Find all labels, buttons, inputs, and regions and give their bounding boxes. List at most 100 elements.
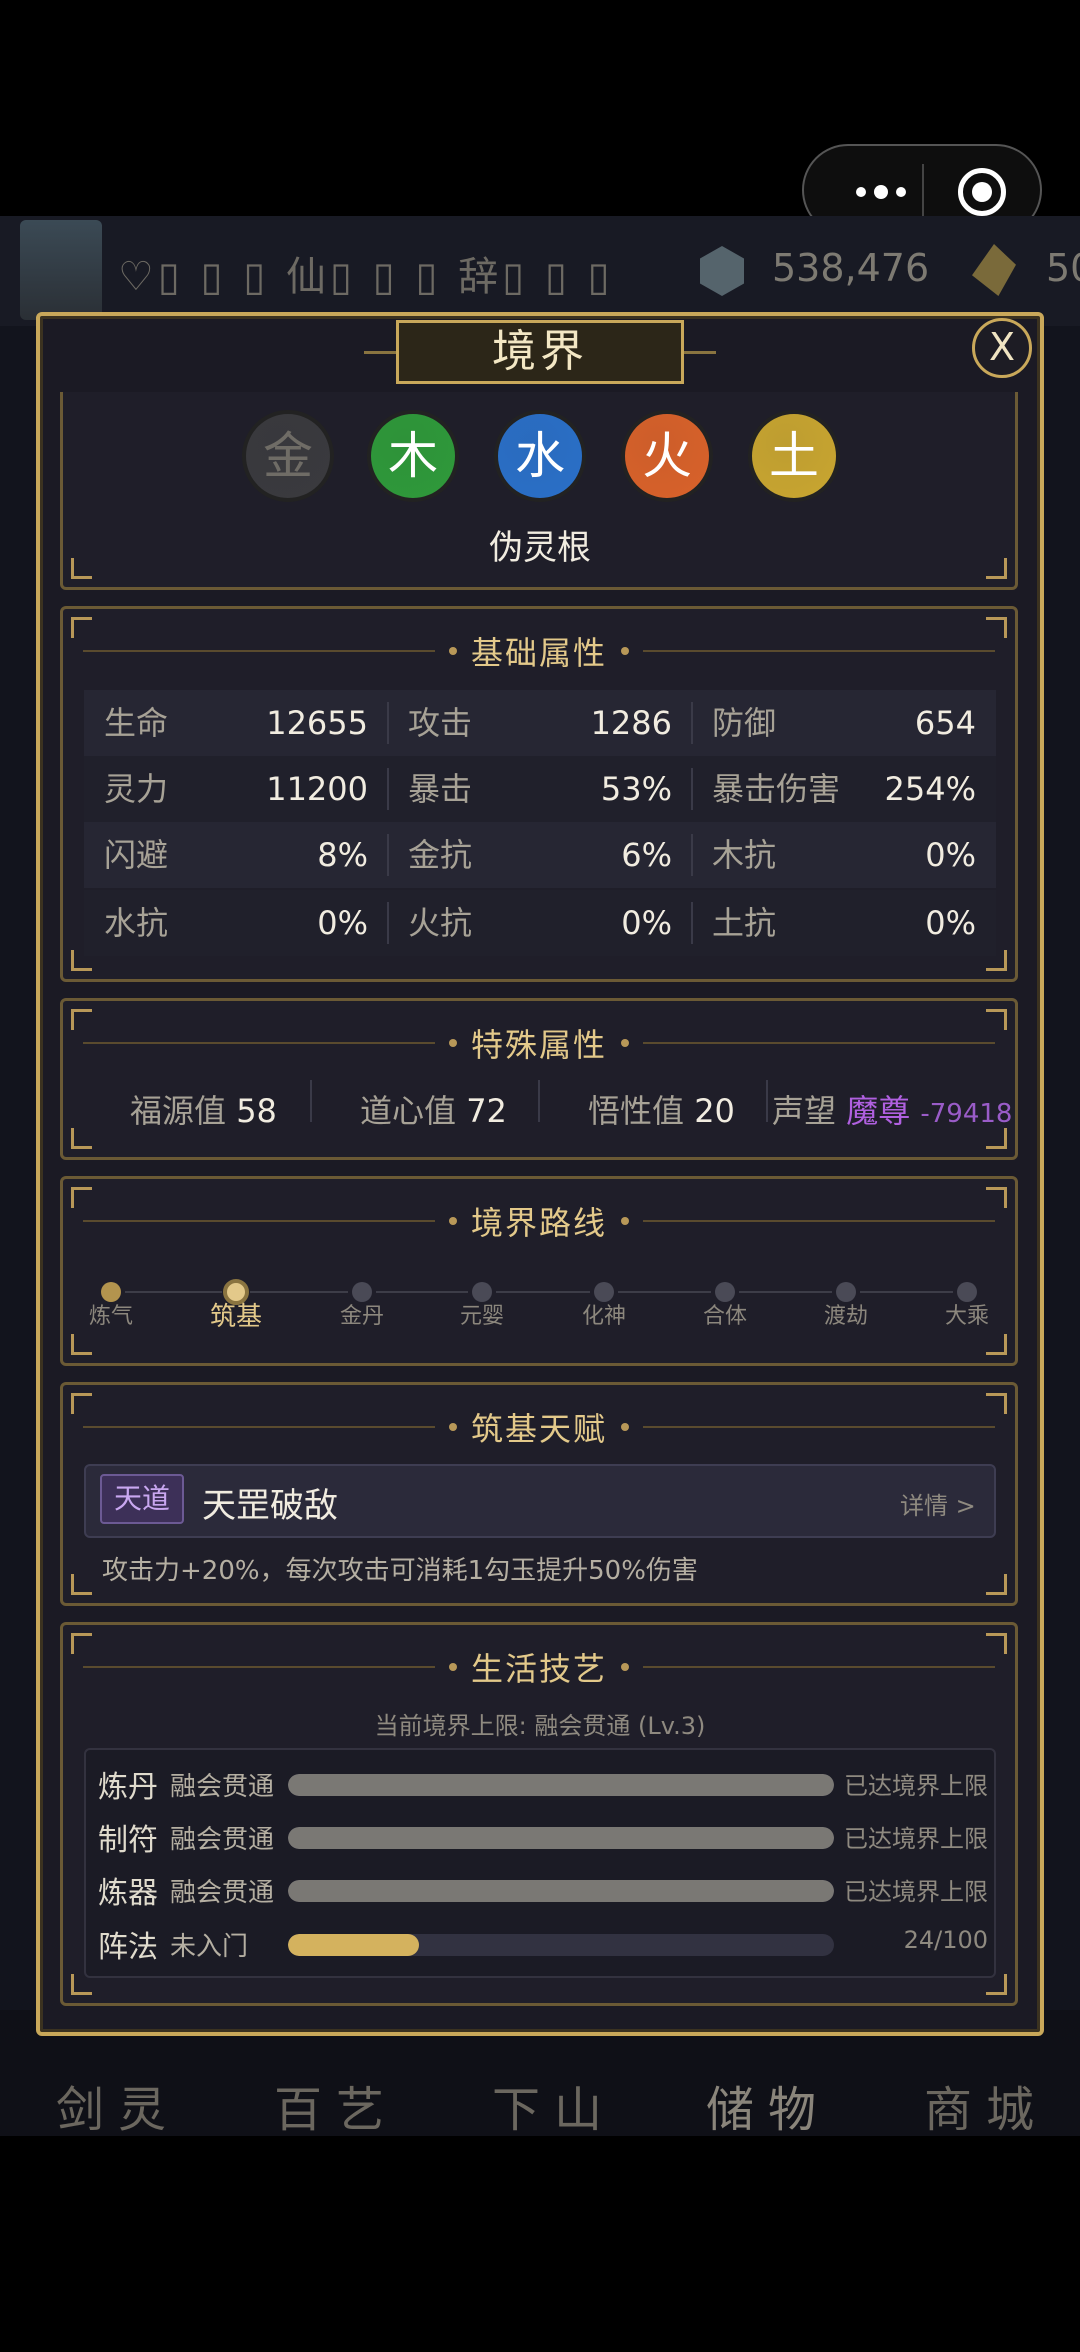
nav-item-crafts[interactable]: 百艺	[274, 2070, 398, 2140]
path-connector	[860, 1291, 953, 1293]
stat-cell: 暴击伤害 254%	[692, 756, 996, 822]
stat-label: 金抗	[408, 836, 473, 874]
stat-value: 53%	[600, 770, 672, 808]
stat-value: 1286	[590, 704, 672, 742]
path-connector	[376, 1291, 468, 1293]
path-stage-label: 大乘	[944, 1304, 989, 1329]
stat-value: 8%	[317, 836, 368, 874]
stat-cell: 防御 654	[692, 690, 996, 756]
life-skill-progress-bar	[288, 1934, 834, 1956]
realm-path-section: 境界路线	[60, 1176, 1018, 1366]
close-mini-program-icon[interactable]	[958, 168, 1006, 216]
element-wood-icon: 木	[367, 410, 459, 502]
stat-cell: 灵力 11200	[84, 756, 388, 822]
stat-cell: 闪避 8%	[84, 822, 388, 888]
stat-label: 木抗	[712, 836, 777, 874]
element-metal-icon: 金	[242, 410, 334, 502]
capsule-divider	[922, 164, 924, 220]
life-skill-progress-bar	[288, 1827, 834, 1849]
stat-cell: 生命 12655	[84, 690, 388, 756]
section-title: 境界路线	[471, 1204, 608, 1242]
life-skill-progress-bar	[288, 1774, 834, 1796]
life-skill-status: 已达境界上限	[844, 1878, 988, 1906]
life-skill-row: 阵法 未入门 24/100	[98, 1918, 988, 1968]
life-skill-status: 已达境界上限	[844, 1825, 988, 1853]
stat-cell: 金抗 6%	[388, 822, 692, 888]
life-skill-level: 融会贯通	[170, 1878, 275, 1908]
player-avatar	[20, 220, 102, 320]
path-connector	[250, 1291, 348, 1293]
section-title: 筑基天赋	[471, 1410, 608, 1448]
life-skill-level: 未入门	[170, 1932, 249, 1962]
special-attributes-section: 特殊属性	[60, 998, 1018, 1160]
stat-value: 0%	[621, 904, 672, 942]
nav-item-shop[interactable]: 商城	[924, 2070, 1048, 2140]
path-stage-label: 化神	[581, 1304, 626, 1329]
more-icon[interactable]	[834, 174, 928, 210]
stat-cell: 火抗 0%	[388, 890, 692, 956]
life-skill-name: 制符	[98, 1823, 158, 1858]
panel-title: 境界	[396, 320, 684, 384]
life-skill-name: 炼器	[98, 1876, 158, 1911]
stat-label: 防御	[712, 704, 777, 742]
stat-value: 0%	[317, 904, 368, 942]
stat-label: 灵力	[104, 770, 169, 808]
talent-detail-link[interactable]: 详情 >	[900, 1486, 976, 1521]
path-stage-label: 筑基	[209, 1302, 262, 1332]
nav-item-sword-spirit[interactable]: 剑灵	[56, 2070, 180, 2140]
stat-cell: 土抗 0%	[692, 890, 996, 956]
nav-item-descend[interactable]: 下山	[492, 2070, 616, 2140]
life-skill-row: 炼丹 融会贯通 已达境界上限	[98, 1758, 988, 1808]
element-water-icon: 水	[494, 410, 586, 502]
section-title: 生活技艺	[471, 1650, 608, 1688]
background-status-labels: ♡▯ ▯ ▯ 仙▯ ▯ ▯ 辞▯ ▯ ▯	[118, 254, 614, 300]
path-stage-label: 合体	[702, 1304, 747, 1329]
stat-row: 生命 12655 攻击 1286 防御 654	[84, 690, 996, 756]
stat-value: 0%	[925, 836, 976, 874]
path-stage-label: 金丹	[339, 1304, 384, 1329]
element-fire-icon: 火	[621, 410, 713, 502]
life-skill-progress-fill	[288, 1880, 834, 1902]
life-skill-name: 炼丹	[98, 1770, 158, 1805]
element-earth-icon: 土	[748, 410, 840, 502]
dao-heart-stat: 道心值 72	[360, 1092, 507, 1130]
nav-item-storage[interactable]: 储物	[706, 2070, 830, 2140]
close-button[interactable]: X	[972, 318, 1032, 378]
life-skill-status: 24/100	[903, 1926, 988, 1954]
path-connector	[496, 1291, 590, 1293]
life-skill-progress-fill	[288, 1934, 420, 1956]
stat-label: 暴击	[408, 770, 473, 808]
talent-name: 天罡破敌	[202, 1486, 338, 1526]
stat-cell: 水抗 0%	[84, 890, 388, 956]
spirit-stone-count: 538,476	[772, 246, 930, 290]
path-connector	[618, 1291, 711, 1293]
stat-cell: 攻击 1286	[388, 690, 692, 756]
life-skill-level: 融会贯通	[170, 1825, 275, 1855]
talent-tag: 天道	[100, 1474, 184, 1524]
stat-value: 12655	[266, 704, 368, 742]
life-skill-limit: 当前境界上限: 融会贯通 (Lv.3)	[374, 1712, 706, 1740]
stat-value: 654	[914, 704, 976, 742]
life-skill-name: 阵法	[98, 1930, 158, 1965]
stat-cell: 木抗 0%	[692, 822, 996, 888]
stat-label: 暴击伤害	[712, 770, 841, 808]
life-skill-progress-fill	[288, 1774, 834, 1796]
stat-row: 闪避 8% 金抗 6% 木抗 0%	[84, 822, 996, 888]
talent-description: 攻击力+20%，每次攻击可消耗1勾玉提升50%伤害	[102, 1556, 698, 1586]
path-stage-label: 炼气	[88, 1304, 133, 1329]
life-skill-progress-bar	[288, 1880, 834, 1902]
stat-label: 攻击	[408, 704, 473, 742]
stat-label: 土抗	[712, 904, 777, 942]
stat-row: 灵力 11200 暴击 53% 暴击伤害 254%	[84, 756, 996, 822]
stat-label: 水抗	[104, 904, 169, 942]
title-ornament-left	[364, 351, 396, 354]
path-connector	[125, 1291, 222, 1293]
stat-value: 254%	[884, 770, 976, 808]
stat-row: 水抗 0% 火抗 0% 土抗 0%	[84, 890, 996, 956]
reputation-stat: 声望 魔尊 -79418	[772, 1092, 1013, 1130]
fortune-stat: 福源值 58	[130, 1092, 277, 1130]
life-skill-progress-fill	[288, 1827, 834, 1849]
stat-value: 0%	[925, 904, 976, 942]
stat-value: 6%	[621, 836, 672, 874]
life-skill-status: 已达境界上限	[844, 1772, 988, 1800]
